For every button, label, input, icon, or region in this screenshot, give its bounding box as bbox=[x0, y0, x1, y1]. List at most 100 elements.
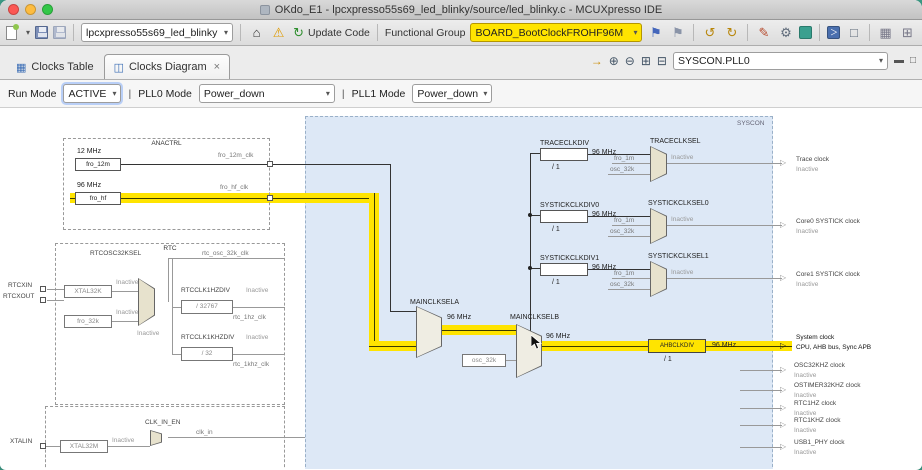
wire bbox=[390, 311, 418, 312]
ahbclkdiv-value: / 1 bbox=[664, 356, 672, 364]
systick0-in2-label: osc_32k bbox=[610, 228, 634, 236]
clocks-diagram-icon: ◫ bbox=[114, 61, 124, 74]
junction-dot bbox=[528, 266, 532, 270]
toolbar-separator bbox=[747, 24, 748, 41]
functional-group-combo[interactable]: BOARD_BootClockFROHF96M ▾ bbox=[470, 23, 642, 42]
save-all-icon[interactable] bbox=[53, 26, 66, 39]
xtal32k-block[interactable]: XTAL32K bbox=[64, 285, 112, 298]
output-arrow-icon: ▷ bbox=[780, 221, 786, 229]
titlebar: OKdo_E1 - lpcxpresso55s69_led_blinky/sou… bbox=[0, 0, 922, 20]
output-arrow-icon: ▷ bbox=[780, 421, 786, 429]
xtal32m-block[interactable]: XTAL32M bbox=[60, 440, 108, 453]
flag-icon[interactable]: ⚑ bbox=[647, 25, 664, 41]
output-arrow-icon: ▷ bbox=[780, 386, 786, 394]
highlighted-wire bbox=[369, 341, 418, 351]
component-combo[interactable]: SYSCON.PLL0 ▾ bbox=[673, 52, 888, 70]
chevron-down-icon[interactable]: ▾ bbox=[26, 28, 30, 37]
home-icon[interactable]: ⌂ bbox=[248, 25, 265, 41]
fro12m-block[interactable]: fro_12m bbox=[75, 158, 121, 171]
tab-clocks-diagram[interactable]: ◫ Clocks Diagram × bbox=[104, 54, 230, 79]
wand-icon[interactable] bbox=[799, 26, 812, 39]
save-icon[interactable] bbox=[35, 26, 48, 39]
update-code-button[interactable]: ↻ Update Code bbox=[292, 25, 370, 41]
output-arrow-icon: ▷ bbox=[780, 159, 786, 167]
wire bbox=[740, 370, 782, 371]
rtcosc32ksel-status: Inactive bbox=[137, 330, 159, 338]
close-tab-icon[interactable]: × bbox=[214, 61, 220, 73]
mouse-cursor bbox=[531, 335, 543, 351]
pll1-mode-combo[interactable]: Power_down ▾ bbox=[412, 84, 492, 103]
rtcclk1khzdiv-block[interactable]: / 32 bbox=[181, 347, 233, 361]
systickclkdiv1-block[interactable] bbox=[540, 263, 588, 276]
pll0-mode-combo[interactable]: Power_down ▾ bbox=[199, 84, 335, 103]
output-arrow-icon: ▷ bbox=[780, 443, 786, 451]
wire bbox=[608, 289, 650, 290]
toolbar-separator bbox=[819, 24, 820, 41]
grid-view-icon[interactable]: ▦ bbox=[877, 25, 894, 41]
output-arrow-icon: ▷ bbox=[780, 274, 786, 282]
close-window-button[interactable] bbox=[8, 4, 19, 15]
clocks-table-icon: ▦ bbox=[16, 61, 26, 74]
traffic-lights bbox=[8, 4, 53, 15]
wire bbox=[667, 163, 782, 164]
maximize-view-icon[interactable]: □ bbox=[910, 55, 916, 66]
pll1-mode-value: Power_down bbox=[417, 88, 479, 100]
wire bbox=[531, 153, 540, 154]
component-combo-value: SYSCON.PLL0 bbox=[678, 55, 875, 67]
chevron-down-icon: ▾ bbox=[224, 28, 228, 37]
edit-icon[interactable]: ✎ bbox=[755, 25, 772, 41]
wire bbox=[740, 390, 782, 391]
project-combo-value: lpcxpresso55s69_led_blinky bbox=[86, 27, 220, 39]
warning-icon[interactable]: ⚠ bbox=[270, 25, 287, 41]
systickclkdiv0-block[interactable] bbox=[540, 210, 588, 223]
output-status: CPU, AHB bus, Sync APB bbox=[796, 344, 871, 352]
xtal32m-status: Inactive bbox=[112, 437, 134, 445]
mode-bar: Run Mode ACTIVE ▾ | PLL0 Mode Power_down… bbox=[0, 80, 922, 108]
tab-clocks-table[interactable]: ▦ Clocks Table bbox=[6, 54, 104, 79]
systickclkdiv0-label: SYSTICKCLKDIV0 bbox=[540, 202, 599, 210]
fro32k-block[interactable]: fro_32k bbox=[64, 315, 112, 328]
output-status: Inactive bbox=[794, 427, 816, 435]
systickclkdiv1-freq: 96 MHz bbox=[592, 264, 616, 272]
ahbclkdiv-block[interactable]: AHBCLKDIV bbox=[648, 339, 706, 353]
rtc-1hz-wire-label: rtc_1hz_clk bbox=[233, 314, 266, 322]
run-mode-combo[interactable]: ACTIVE ▾ bbox=[63, 84, 121, 103]
wire bbox=[667, 225, 782, 226]
anactrl-title: ANACTRL bbox=[63, 140, 270, 148]
wire bbox=[506, 360, 516, 361]
rtcclk1khzdiv-status: Inactive bbox=[246, 334, 268, 342]
window-icon[interactable]: □ bbox=[845, 25, 862, 41]
traceclkdiv-block[interactable] bbox=[540, 148, 588, 161]
minimize-window-button[interactable] bbox=[25, 4, 36, 15]
xtal-region bbox=[45, 406, 285, 469]
rtcxout-pin-label: RTCXOUT bbox=[3, 293, 34, 301]
project-combo[interactable]: lpcxpresso55s69_led_blinky ▾ bbox=[81, 23, 233, 42]
frohf-block[interactable]: fro_hf bbox=[75, 192, 121, 205]
clocks-diagram-canvas: SYSCON bbox=[0, 108, 922, 469]
minimize-view-icon[interactable]: ▬ bbox=[894, 55, 904, 66]
zoom-out-icon[interactable]: ⊖ bbox=[625, 54, 635, 68]
monitor-icon[interactable]: ⊟ bbox=[657, 54, 667, 68]
wire bbox=[531, 268, 540, 269]
clk-in-wire-label: clk_in bbox=[196, 429, 213, 437]
bookmark-icon[interactable]: ⚑ bbox=[669, 25, 686, 41]
fit-diagram-icon[interactable]: ⊞ bbox=[641, 54, 651, 68]
wire bbox=[612, 278, 650, 279]
redo-icon[interactable]: ↻ bbox=[723, 25, 740, 41]
zoom-in-icon[interactable]: ⊕ bbox=[609, 54, 619, 68]
new-file-icon[interactable] bbox=[6, 26, 17, 40]
undo-icon[interactable]: ↺ bbox=[701, 25, 718, 41]
zoom-window-button[interactable] bbox=[42, 4, 53, 15]
fro12m-wire-label: fro_12m_clk bbox=[218, 152, 253, 160]
rtcclk1hzdiv-block[interactable]: / 32767 bbox=[181, 300, 233, 314]
toolbar-separator bbox=[73, 24, 74, 41]
gear-icon[interactable]: ⚙ bbox=[777, 25, 794, 41]
run-mode-label: Run Mode bbox=[8, 88, 56, 100]
console-icon[interactable]: ＞ bbox=[827, 26, 840, 39]
systickclkdiv1-value: / 1 bbox=[552, 279, 560, 287]
perspective-icon[interactable]: ⊞ bbox=[899, 25, 916, 41]
output-name: OSC32KHZ clock bbox=[794, 362, 845, 370]
functional-group-label: Functional Group bbox=[385, 27, 466, 39]
go-to-arrow-icon[interactable]: → bbox=[591, 54, 603, 68]
osc32k-block[interactable]: osc_32k bbox=[462, 354, 506, 367]
